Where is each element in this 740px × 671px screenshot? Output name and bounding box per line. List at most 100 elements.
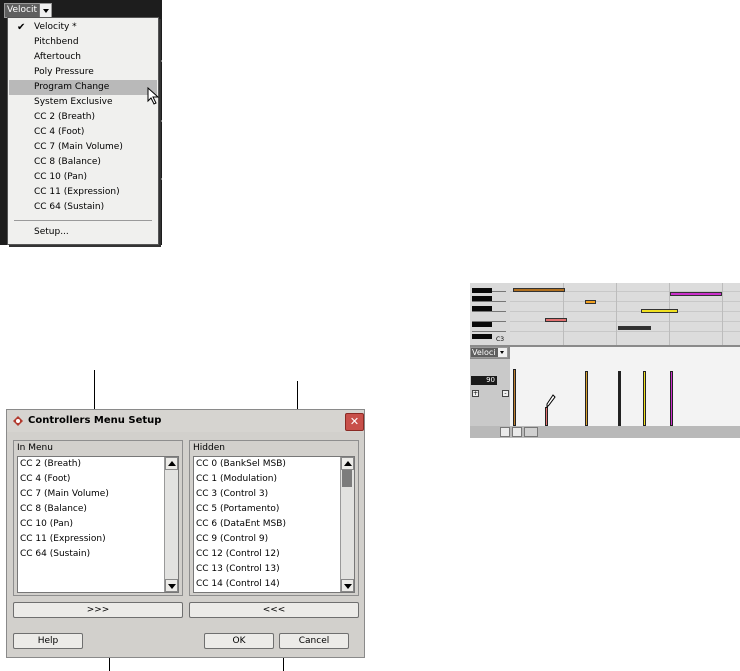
black-key xyxy=(472,306,492,311)
midi-note[interactable] xyxy=(513,288,565,292)
controller-value: 90 xyxy=(471,376,497,385)
scrollbar-thumb[interactable] xyxy=(342,470,352,487)
menu-item-cc7[interactable]: CC 7 (Main Volume) xyxy=(9,140,157,155)
grid-line xyxy=(510,301,740,302)
list-item[interactable]: CC 2 (Breath) xyxy=(20,457,81,472)
white-key xyxy=(472,301,506,302)
horizontal-scrollbar[interactable] xyxy=(470,426,740,438)
list-item[interactable]: CC 13 (Control 13) xyxy=(196,562,280,577)
cancel-button[interactable]: Cancel xyxy=(279,633,349,649)
menu-item-setup[interactable]: Setup... xyxy=(9,225,157,240)
dialog-title: Controllers Menu Setup xyxy=(28,415,162,426)
add-lane-icon[interactable]: + xyxy=(472,390,479,397)
scroll-up-icon[interactable] xyxy=(165,457,178,470)
menu-item-pitchbend[interactable]: Pitchbend xyxy=(9,35,157,50)
list-item[interactable]: CC 14 (Control 14) xyxy=(196,577,280,592)
menu-item-label: System Exclusive xyxy=(34,97,113,107)
help-button[interactable]: Help xyxy=(13,633,83,649)
velocity-bar[interactable] xyxy=(513,369,516,426)
list-item[interactable]: CC 8 (Balance) xyxy=(20,502,87,517)
menu-item-cc2[interactable]: CC 2 (Breath) xyxy=(9,110,157,125)
move-to-hidden-button[interactable]: >>> xyxy=(13,602,183,618)
chevron-down-icon[interactable] xyxy=(39,4,51,17)
menu-item-poly-pressure[interactable]: Poly Pressure xyxy=(9,65,157,80)
list-item[interactable]: CC 0 (BankSel MSB) xyxy=(196,457,286,472)
in-menu-group: In Menu CC 2 (Breath) CC 4 (Foot) CC 7 (… xyxy=(13,440,183,596)
midi-note[interactable] xyxy=(641,309,678,313)
grid-line xyxy=(722,283,723,345)
list-item[interactable]: CC 7 (Main Volume) xyxy=(20,487,109,502)
menu-item-label: Program Change xyxy=(34,82,110,92)
hidden-label: Hidden xyxy=(193,443,225,453)
hidden-scrollbar[interactable] xyxy=(340,457,354,592)
close-button[interactable]: ✕ xyxy=(345,413,364,431)
velocity-bar[interactable] xyxy=(643,371,646,426)
menu-item-label: Velocity * xyxy=(34,22,77,32)
list-item[interactable]: CC 9 (Control 9) xyxy=(196,532,268,547)
controller-menu: ✔ Velocity * Pitchbend Aftertouch Poly P… xyxy=(7,17,159,245)
menu-item-cc10[interactable]: CC 10 (Pan) xyxy=(9,170,157,185)
list-item[interactable]: CC 64 (Sustain) xyxy=(20,547,90,562)
midi-note[interactable] xyxy=(670,292,722,296)
menu-item-label: Setup... xyxy=(34,227,69,237)
midi-note[interactable] xyxy=(585,300,596,304)
velocity-lane[interactable] xyxy=(510,347,740,426)
controllers-menu-setup-dialog: Controllers Menu Setup ✕ In Menu CC 2 (B… xyxy=(6,409,365,658)
midi-note[interactable] xyxy=(618,326,651,330)
scroll-left-icon[interactable] xyxy=(512,427,522,437)
menu-item-cc64[interactable]: CC 64 (Sustain) xyxy=(9,200,157,215)
menu-item-label: Pitchbend xyxy=(34,37,79,47)
scroll-up-icon[interactable] xyxy=(341,457,354,470)
grid-line xyxy=(616,283,617,345)
in-menu-list[interactable]: CC 2 (Breath) CC 4 (Foot) CC 7 (Main Vol… xyxy=(17,456,179,593)
note-grid[interactable] xyxy=(510,283,740,345)
menu-item-velocity[interactable]: ✔ Velocity * xyxy=(9,20,157,35)
menu-item-cc4[interactable]: CC 4 (Foot) xyxy=(9,125,157,140)
list-item[interactable]: CC 12 (Control 12) xyxy=(196,547,280,562)
scroll-down-icon[interactable] xyxy=(165,579,178,592)
pencil-icon xyxy=(546,394,556,408)
chevron-down-icon[interactable] xyxy=(500,427,510,437)
menu-item-label: CC 8 (Balance) xyxy=(34,157,101,167)
list-item[interactable]: CC 4 (Foot) xyxy=(20,472,70,487)
list-item[interactable]: CC 5 (Portamento) xyxy=(196,502,279,517)
menu-item-cc11[interactable]: CC 11 (Expression) xyxy=(9,185,157,200)
key-editor-panel: C3 Veloci 90 + - xyxy=(470,283,740,438)
close-icon: ✕ xyxy=(349,415,360,428)
chevron-down-icon[interactable] xyxy=(498,348,507,357)
dialog-title-bar[interactable]: Controllers Menu Setup ✕ xyxy=(7,410,364,432)
list-item[interactable]: CC 10 (Pan) xyxy=(20,517,73,532)
velocity-bar[interactable] xyxy=(670,371,673,426)
check-icon: ✔ xyxy=(17,22,26,33)
controller-selector[interactable]: Velocit xyxy=(4,3,52,18)
octave-label: C3 xyxy=(496,336,505,343)
velocity-bar[interactable] xyxy=(545,407,548,426)
velocity-bar[interactable] xyxy=(585,371,588,426)
list-item[interactable]: CC 6 (DataEnt MSB) xyxy=(196,517,286,532)
remove-lane-icon[interactable]: - xyxy=(502,390,509,397)
menu-item-system-exclusive[interactable]: System Exclusive xyxy=(9,95,157,110)
ok-button[interactable]: OK xyxy=(204,633,274,649)
list-item[interactable]: CC 3 (Control 3) xyxy=(196,487,268,502)
black-key xyxy=(472,288,492,293)
menu-item-program-change[interactable]: Program Change xyxy=(9,80,157,95)
list-item[interactable]: CC 1 (Modulation) xyxy=(196,472,277,487)
hidden-list[interactable]: CC 0 (BankSel MSB) CC 1 (Modulation) CC … xyxy=(193,456,355,593)
menu-item-aftertouch[interactable]: Aftertouch xyxy=(9,50,157,65)
piano-keyboard[interactable]: C3 xyxy=(470,283,510,345)
grid-line xyxy=(510,331,740,332)
controller-lane-selector[interactable]: Veloci xyxy=(470,347,508,358)
move-to-menu-button[interactable]: <<< xyxy=(189,602,359,618)
cubase-logo-icon xyxy=(13,416,23,426)
hidden-group: Hidden CC 0 (BankSel MSB) CC 1 (Modulati… xyxy=(189,440,359,596)
white-key xyxy=(472,311,506,312)
velocity-bar[interactable] xyxy=(618,371,621,426)
midi-note[interactable] xyxy=(545,318,567,322)
white-key xyxy=(472,331,506,332)
in-menu-scrollbar[interactable] xyxy=(164,457,178,592)
list-item[interactable]: CC 11 (Expression) xyxy=(20,532,106,547)
menu-item-label: CC 64 (Sustain) xyxy=(34,202,105,212)
scrollbar-thumb[interactable] xyxy=(524,427,538,437)
menu-item-cc8[interactable]: CC 8 (Balance) xyxy=(9,155,157,170)
scroll-down-icon[interactable] xyxy=(341,579,354,592)
